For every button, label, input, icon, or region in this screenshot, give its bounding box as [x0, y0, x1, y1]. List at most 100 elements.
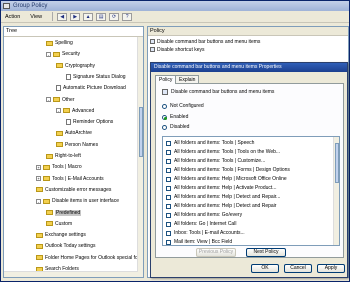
tree-item[interactable]: Reminder Options — [66, 118, 113, 126]
tree-item[interactable]: Folder Home Pages for Outlook special fo… — [36, 254, 143, 262]
tree-item[interactable]: Cryptography — [56, 62, 95, 70]
radio-label: Not Configured — [170, 103, 204, 109]
checklist-item[interactable]: All folders and items: Help | Microsoft … — [166, 176, 287, 182]
collapse-icon[interactable]: - — [56, 108, 61, 114]
checkbox[interactable] — [166, 140, 171, 146]
folder-icon — [63, 108, 70, 114]
scroll-thumb[interactable] — [335, 143, 339, 183]
tree-item[interactable]: Right-to-left — [46, 152, 81, 160]
radio-label: Enabled — [170, 114, 189, 120]
radio-button[interactable] — [162, 124, 167, 130]
up-folder-icon[interactable]: ▲ — [83, 12, 94, 21]
menu-bar: Action View ◀ ▶ ▲ ▤ ⟳ ? — [1, 11, 349, 23]
policy-name-label: Disable command bar buttons and menu ite… — [171, 89, 275, 95]
tree-item[interactable]: - Advanced — [56, 107, 94, 115]
checklist-item[interactable]: All folders and items: Tools | Forms | D… — [166, 167, 290, 173]
properties-icon[interactable]: ▤ — [96, 12, 107, 21]
checkbox[interactable] — [166, 185, 171, 191]
folder-icon — [43, 198, 50, 204]
scroll-thumb[interactable] — [139, 107, 143, 157]
toolbar-separator — [52, 12, 54, 21]
tree-item-label: Disable items in user interface — [52, 198, 119, 205]
tree-item[interactable]: - Security — [46, 50, 80, 58]
tree-item[interactable]: + Tools | E-Mail Accounts — [36, 175, 104, 183]
tree-vertical-scrollbar[interactable] — [137, 37, 143, 277]
tree-item[interactable]: Automatic Picture Download — [56, 84, 126, 92]
expand-icon[interactable]: + — [36, 164, 41, 170]
tree-item[interactable]: Custom — [46, 220, 72, 228]
checklist-item[interactable]: All folders and items: Tools | Customize… — [166, 158, 265, 164]
checkbox[interactable] — [166, 221, 171, 227]
radio-disabled[interactable]: Disabled — [162, 124, 189, 130]
checklist-item-label: All folders and items: Tools | Forms | D… — [174, 167, 290, 173]
cancel-button[interactable]: Cancel — [284, 264, 312, 273]
checkbox[interactable] — [166, 194, 171, 200]
back-arrow-icon[interactable]: ◀ — [57, 12, 68, 21]
checklist-item[interactable]: Inbox: Tools | E-mail Accounts... — [166, 230, 245, 236]
checkbox[interactable] — [166, 167, 171, 173]
tree-item[interactable]: Predefined — [46, 209, 82, 217]
radio-button[interactable] — [162, 114, 167, 120]
checklist-item[interactable]: All folders and items: Tools | Tools on … — [166, 149, 280, 155]
policy-item[interactable]: Disable command bar buttons and menu ite… — [150, 38, 260, 45]
checklist-item[interactable]: All folders and items: Help | Detect and… — [166, 203, 276, 209]
command-checklist: All folders and items: Tools | Speech All… — [162, 136, 340, 246]
checklist-item[interactable]: Mail item: View | Bcc Field — [166, 239, 232, 245]
collapse-icon[interactable]: - — [46, 51, 51, 57]
checkbox[interactable] — [166, 149, 171, 155]
refresh-icon[interactable]: ⟳ — [109, 12, 120, 21]
tree-item[interactable]: + Tools | Macro — [36, 163, 82, 171]
radio-button[interactable] — [162, 103, 167, 109]
tree-item[interactable]: - Other — [46, 96, 75, 104]
checkbox[interactable] — [166, 212, 171, 218]
forward-arrow-icon[interactable]: ▶ — [70, 12, 81, 21]
tree-item[interactable]: Exchange settings — [36, 231, 86, 239]
tree-item[interactable]: - Disable items in user interface — [36, 197, 119, 205]
folder-icon — [43, 164, 50, 170]
help-icon[interactable]: ? — [122, 12, 133, 21]
menu-action[interactable]: Action — [5, 14, 20, 20]
next-policy-button[interactable]: Next Policy — [246, 248, 286, 257]
collapse-icon[interactable]: - — [46, 97, 51, 102]
tree-item[interactable]: Customizable error messages — [36, 186, 111, 194]
checklist-item-label: Inbox: Tools | E-mail Accounts... — [174, 230, 245, 236]
checklist-item-label: All folders and items: Tools | Customize… — [174, 158, 266, 164]
tree-item[interactable]: AutoArchive — [56, 129, 92, 137]
ok-button[interactable]: OK — [251, 264, 279, 273]
checkbox[interactable] — [166, 158, 171, 164]
tree-item-label: Signature Status Dialog — [73, 73, 126, 80]
policy-item[interactable]: Disable shortcut keys — [150, 46, 205, 53]
checklist-scrollbar[interactable] — [333, 137, 339, 245]
tab-policy[interactable]: Policy — [155, 75, 177, 84]
collapse-icon[interactable]: - — [36, 198, 41, 204]
policy-item-label: Disable shortcut keys — [157, 46, 205, 53]
radio-not-configured[interactable]: Not Configured — [162, 103, 204, 109]
checklist-item[interactable]: All folders and items: Go/every — [166, 212, 242, 218]
checklist-item-label: All folders: Go | Internet Call — [174, 221, 237, 227]
previous-policy-button[interactable]: Previous Policy — [196, 248, 236, 257]
apply-button[interactable]: Apply — [317, 264, 345, 273]
radio-enabled[interactable]: Enabled — [162, 114, 188, 120]
folder-icon — [53, 97, 60, 102]
tree-item-label: Automatic Picture Download — [63, 85, 126, 92]
expand-icon[interactable]: + — [36, 176, 41, 182]
menu-view[interactable]: View — [30, 14, 42, 20]
tree-item[interactable]: Signature Status Dialog — [66, 73, 126, 81]
title-bar: Group Policy — [1, 1, 349, 11]
tree-item[interactable]: Person Names — [56, 141, 98, 149]
tree-horizontal-scrollbar[interactable] — [4, 271, 138, 277]
checklist-item-label: All folders and items: Help | Detect and… — [174, 194, 281, 200]
tree-tab[interactable]: Tree — [6, 28, 17, 34]
checkbox[interactable] — [166, 239, 171, 245]
policy-icon — [150, 47, 155, 52]
checklist-item[interactable]: All folders and items: Help | Activate P… — [166, 185, 276, 191]
checklist-item[interactable]: All folders and items: Tools | Speech — [166, 140, 254, 146]
tree-item[interactable]: Spelling — [46, 39, 73, 47]
checklist-item[interactable]: All folders: Go | Internet Call — [166, 221, 236, 227]
policy-column-header[interactable]: Policy — [148, 27, 348, 36]
tree-item[interactable]: Outlook Today settings — [36, 242, 96, 250]
checkbox[interactable] — [166, 230, 171, 236]
checkbox[interactable] — [166, 176, 171, 182]
checkbox[interactable] — [166, 203, 171, 209]
checklist-item[interactable]: All folders and items: Help | Detect and… — [166, 194, 280, 200]
